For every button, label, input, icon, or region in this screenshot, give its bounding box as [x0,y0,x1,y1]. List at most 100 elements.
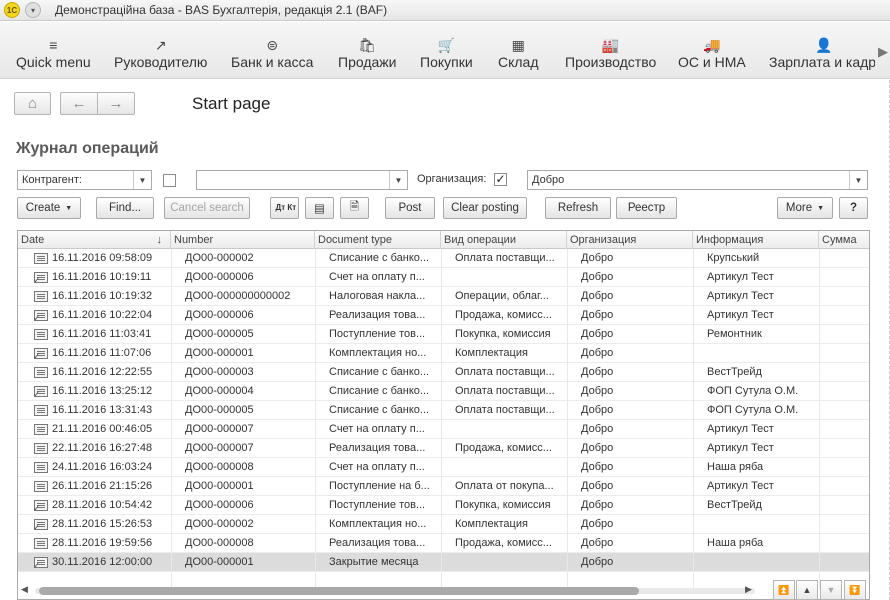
cell-org: Добро [581,518,614,530]
section-salary[interactable]: 👤 Зарплата и кадры [769,36,875,76]
find-button[interactable]: Find... [96,197,154,219]
column-header-document-type[interactable]: Document type [315,231,441,249]
cell-number: ДО00-000008 [185,537,254,549]
main-menu-button[interactable]: ▾ [25,2,41,18]
cell-type: Реализация това... [329,309,426,321]
print-button[interactable]: 🗎 [340,197,369,219]
posted-document-icon [33,500,48,513]
section-production[interactable]: 🏭 Производство [565,36,656,76]
section-bank[interactable]: ⊜ Банк и касса [231,36,313,76]
column-header-sum[interactable]: Сумма [819,231,869,249]
table-row[interactable]: 22.11.2016 16:27:48 ДО00-000007 Реализация… [18,439,869,458]
cell-sum [823,382,869,401]
page-up-button[interactable]: ▲ [796,580,818,600]
cancel-search-button[interactable]: Cancel search [164,197,250,219]
create-button[interactable]: Create ▼ [17,197,81,219]
cell-op [455,458,565,477]
section-label: Руководителю [114,54,208,70]
cell-number: ДО00-000006 [185,499,254,511]
organization-filter-checkbox[interactable]: ✓ [494,173,507,186]
counterparty-filter-checkbox[interactable] [163,174,176,187]
cell-number: ДО00-000005 [185,328,254,340]
chevron-down-icon[interactable]: ▼ [389,171,407,189]
clear-posting-button[interactable]: Clear posting [443,197,527,219]
table-row[interactable]: 16.11.2016 10:22:04 ДО00-000006 Реализация… [18,306,869,325]
cell-org: Добро [581,309,614,321]
page-down-button[interactable]: ▼ [820,580,842,600]
table-row[interactable]: 16.11.2016 11:07:06 ДО00-000001 Комплектац… [18,344,869,363]
registry-button[interactable]: Реестр [616,197,677,219]
help-button[interactable]: ? [839,197,868,219]
column-divider [171,249,172,589]
registers-button[interactable]: ▤ [305,197,334,219]
cell-op [455,420,565,439]
section-label: Склад [498,54,539,70]
section-warehouse[interactable]: ▦ Склад [498,36,539,76]
scrollbar-thumb[interactable] [39,587,639,595]
cell-op: Продажа, комисс... [455,309,552,321]
table-row[interactable]: 16.11.2016 10:19:32 ДО00-000000000002 Нало… [18,287,869,306]
more-button-label: More [785,202,813,214]
documents-table[interactable]: Date ↓ Number Document type Вид операции… [17,230,870,600]
chevron-down-icon[interactable]: ▼ [133,171,151,189]
section-sales[interactable]: 🛍 Продажи [338,36,396,76]
cell-org: Добро [581,480,614,492]
cell-number: ДО00-000004 [185,385,254,397]
cell-org: Добро [581,556,614,568]
section-quick-menu[interactable]: ≡ Quick menu [16,36,91,76]
section-label: Покупки [420,54,473,70]
table-row[interactable]: 28.11.2016 15:26:53 ДО00-000002 Комплектац… [18,515,869,534]
home-button[interactable]: ⌂ [14,92,51,115]
table-row[interactable]: 28.11.2016 10:54:42 ДО00-000006 Поступлени… [18,496,869,515]
section-fixed-assets[interactable]: 🚚 ОС и НМА [678,36,746,76]
cell-info: ФОП Сутула О.М. [707,385,799,397]
more-button[interactable]: More ▼ [777,197,833,219]
cell-sum [823,287,869,306]
table-row[interactable]: 16.11.2016 11:03:41 ДО00-000005 Поступлени… [18,325,869,344]
table-row[interactable]: 16.11.2016 10:19:11 ДО00-000006 Счет на оп… [18,268,869,287]
table-row[interactable]: 24.11.2016 16:03:24 ДО00-000008 Счет на оп… [18,458,869,477]
table-row[interactable]: 16.11.2016 13:31:43 ДО00-000005 Списание с… [18,401,869,420]
chevron-down-icon[interactable]: ▼ [849,171,867,189]
counterparty-filter-select[interactable]: Контрагент: ▼ [17,170,152,190]
cell-op [455,268,565,287]
table-row[interactable]: 16.11.2016 09:58:09 ДО00-000002 Списание с… [18,249,869,268]
column-header-number[interactable]: Number [171,231,315,249]
scroll-right-icon[interactable]: ▶ [745,584,752,595]
column-header-information[interactable]: Информация [693,231,819,249]
forward-button[interactable]: → [97,92,135,115]
organization-select[interactable]: Добро ▼ [527,170,868,190]
column-header-organization[interactable]: Организация [567,231,693,249]
section-manager[interactable]: ↗ Руководителю [114,36,207,76]
table-row[interactable]: 16.11.2016 12:22:55 ДО00-000003 Списание с… [18,363,869,382]
table-row[interactable]: 28.11.2016 19:59:56 ДО00-000008 Реализация… [18,534,869,553]
dt-kt-button[interactable]: Дт Кт [270,197,299,219]
cell-op: Оплата поставщи... [455,252,555,264]
horizontal-scrollbar[interactable]: ◀ ▶ [17,584,757,596]
table-row[interactable]: 21.11.2016 00:46:05 ДО00-000007 Счет на оп… [18,420,869,439]
column-header-date[interactable]: Date ↓ [18,231,171,249]
scroll-to-top-button[interactable]: ⏫ [773,580,795,600]
table-row[interactable]: 30.11.2016 12:00:00 ДО00-000001 Закрытие м… [18,553,869,572]
cell-date: 28.11.2016 10:54:42 [52,499,153,511]
column-header-operation-type[interactable]: Вид операции [441,231,567,249]
form-title: Журнал операций [16,140,159,157]
app-logo[interactable]: 1С [4,2,20,18]
cell-op: Продажа, комисс... [455,537,552,549]
refresh-button[interactable]: Refresh [545,197,611,219]
cell-info: ВестТрейд [707,499,762,511]
scroll-to-bottom-button[interactable]: ⏬ [844,580,866,600]
cell-date: 22.11.2016 16:27:48 [52,442,153,454]
table-row[interactable]: 16.11.2016 13:25:12 ДО00-000004 Списание с… [18,382,869,401]
counterparty-value-input[interactable]: ▼ [196,170,408,190]
scroll-left-icon[interactable]: ◀ [21,584,28,595]
cell-type: Реализация това... [329,442,426,454]
back-button[interactable]: ← [60,92,97,115]
cell-org: Добро [581,537,614,549]
scroll-right-icon[interactable]: ▶ [878,44,888,60]
table-row[interactable]: 26.11.2016 21:15:26 ДО00-000001 Поступлени… [18,477,869,496]
section-purchases[interactable]: 🛒 Покупки [420,36,473,76]
cell-sum [823,249,869,268]
post-button[interactable]: Post [385,197,435,219]
cell-op: Оплата поставщи... [455,404,555,416]
